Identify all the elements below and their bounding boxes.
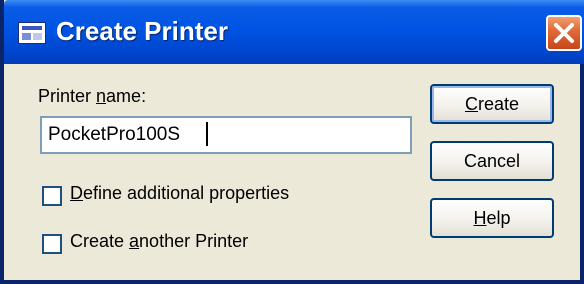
printer-name-label: Printer name:	[38, 86, 147, 106]
create-printer-dialog: Create Printer Printer name: Define addi…	[0, 0, 584, 284]
help-button[interactable]: Help	[430, 198, 554, 238]
create-button[interactable]: Create	[430, 84, 554, 124]
dialog-title: Create Printer	[56, 16, 228, 46]
create-another-label[interactable]: Create another Printer	[70, 231, 248, 252]
printer-name-input[interactable]	[40, 116, 412, 154]
title-bar[interactable]: Create Printer	[4, 0, 584, 64]
close-button[interactable]	[546, 15, 582, 51]
text-caret	[206, 122, 208, 146]
create-another-checkbox[interactable]	[42, 234, 62, 254]
dialog-app-icon	[18, 22, 46, 44]
define-properties-checkbox[interactable]	[42, 186, 62, 206]
define-properties-label[interactable]: Define additional properties	[70, 183, 289, 204]
cancel-button[interactable]: Cancel	[430, 141, 554, 181]
close-icon	[554, 23, 574, 43]
